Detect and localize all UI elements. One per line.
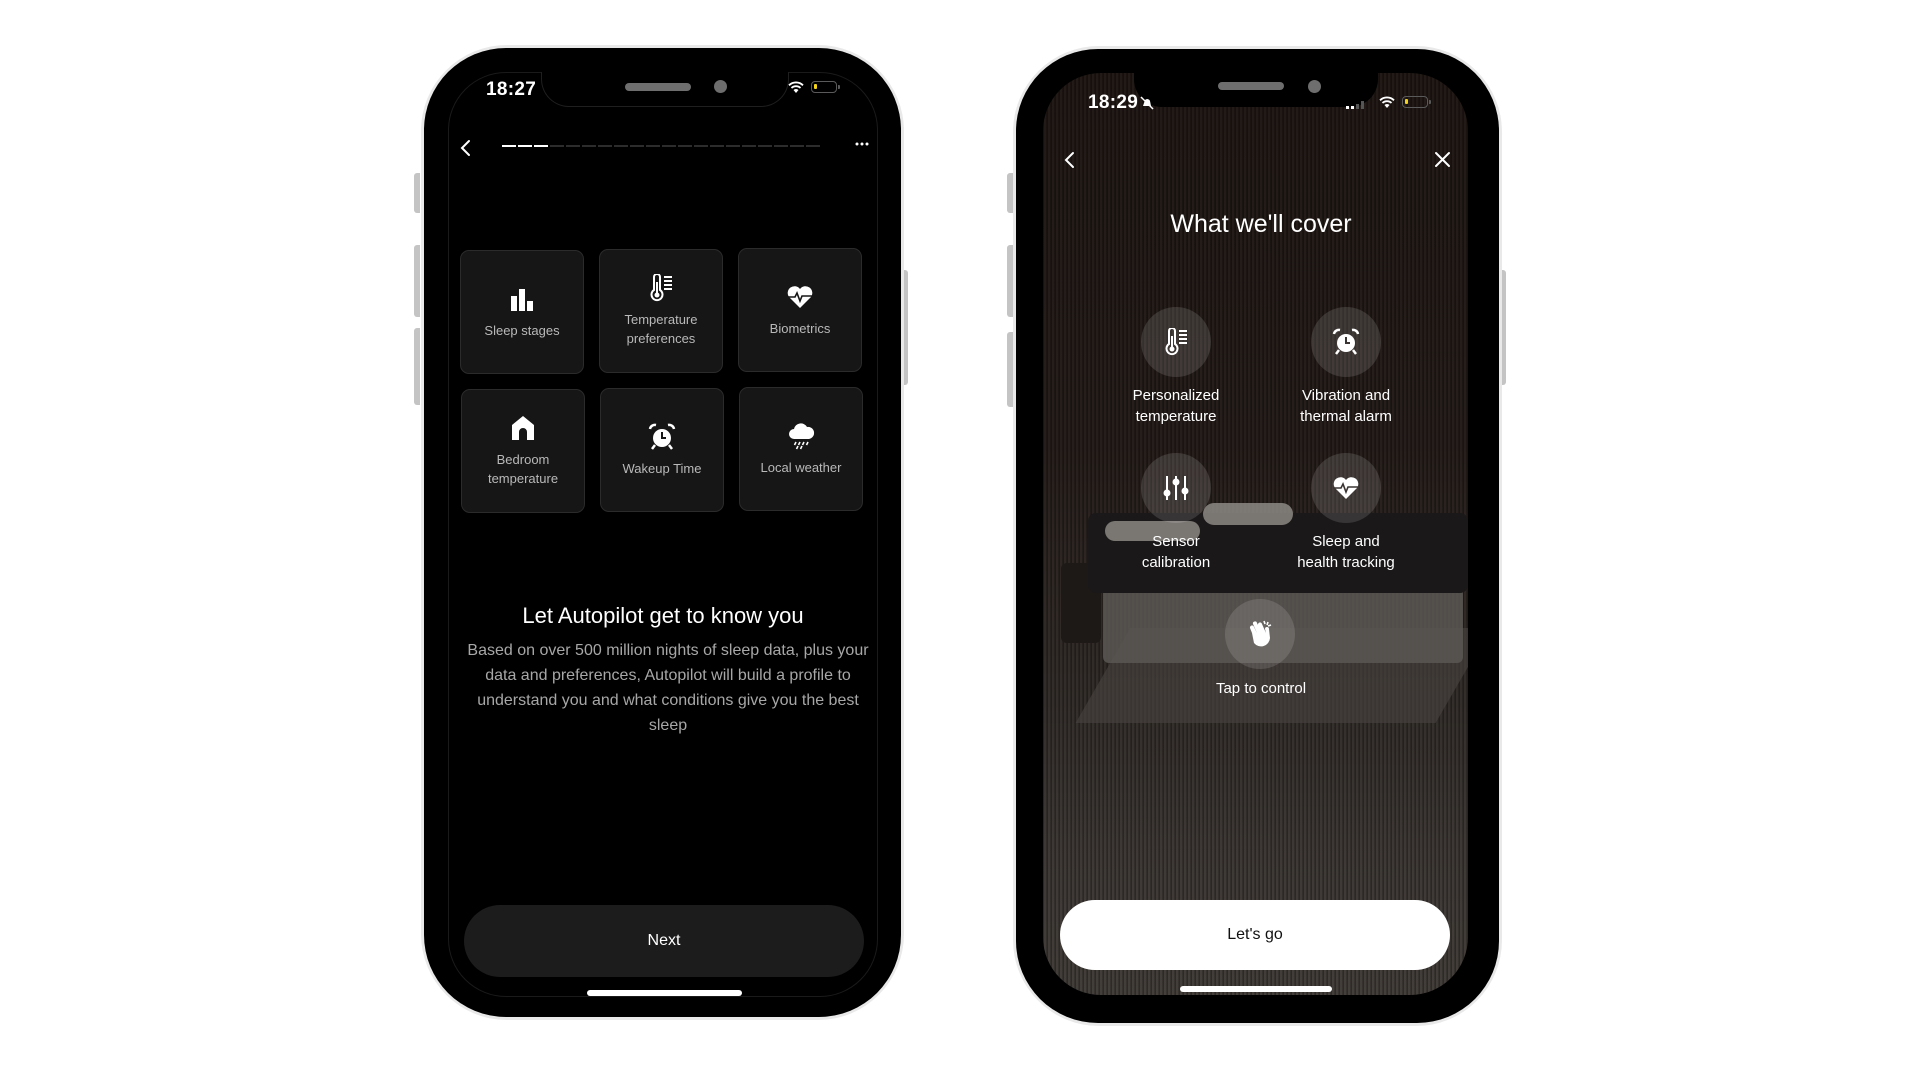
tile-label: Biometrics [769,320,831,336]
battery-level [814,84,817,89]
progress-segment [582,145,596,147]
battery-icon [1402,96,1431,108]
progress-segment [678,145,692,147]
chevron-left-icon[interactable] [459,139,473,157]
tile-biometrics: Biometrics [738,248,862,372]
feature-label: Vibration and thermal alarm [1300,387,1392,425]
progress-segment [518,145,532,147]
page-description: Based on over 500 million nights of slee… [467,642,869,734]
feature-sensor-calibration[interactable] [1141,453,1211,523]
front-camera [1308,80,1321,93]
signal-icon [1346,101,1364,109]
feature-personalized-temperature[interactable] [1141,307,1211,377]
thermometer-icon [1165,328,1187,356]
heart-pulse-icon [1333,477,1359,499]
thermometer-icon [647,274,675,302]
status-time: 18:27 [486,79,537,100]
home-icon [509,414,537,442]
wifi-icon [1379,96,1395,108]
bedroom-background [1203,503,1293,525]
progress-segment [726,145,740,147]
tap-hand-icon [1249,620,1272,647]
tile-label: Local weather [760,459,842,475]
progress-segment [598,145,612,147]
next-button[interactable]: Next [464,905,864,977]
progress-indicator [502,145,820,147]
speaker-grill [625,83,691,91]
speaker-grill [1218,82,1284,90]
progress-segment [742,145,756,147]
tile-temperature-preferences: Temperature preferences [599,249,723,373]
tile-label: Sleep stages [484,322,560,338]
bell-slash-icon [1140,96,1154,110]
front-camera [714,80,727,93]
home-indicator [587,990,742,996]
tile-label: Wakeup Time [622,460,702,476]
feature-label: Sensor calibration [1141,533,1211,571]
left-screen [448,72,878,997]
chevron-left-icon[interactable] [1063,151,1077,169]
feature-vibration-thermal-alarm[interactable] [1311,307,1381,377]
tile-label: Bedroom temperature [487,452,559,486]
feature-label: Tap to control [1215,680,1307,697]
alarm-clock-icon [1332,328,1360,355]
wifi-icon [788,81,804,93]
tile-sleep-stages: Sleep stages [460,250,584,374]
cloud-rain-icon [787,422,815,450]
tile-local-weather: Local weather [739,387,863,511]
battery-icon [811,81,840,93]
progress-segment [566,145,580,147]
progress-segment [806,145,820,147]
progress-segment [614,145,628,147]
progress-segment [502,145,516,147]
bar-chart-icon [508,285,536,313]
feature-tap-to-control[interactable] [1225,599,1295,669]
progress-segment [710,145,724,147]
heart-pulse-icon [786,283,814,311]
close-icon[interactable] [1434,151,1451,168]
progress-segment [758,145,772,147]
progress-segment [774,145,788,147]
page-title: What we'll cover [1170,210,1352,238]
page-title: Let Autopilot get to know you [522,603,804,628]
progress-segment [790,145,804,147]
battery-level [1405,99,1408,104]
status-time: 18:29 [1088,92,1139,113]
progress-segment [630,145,644,147]
mute-switch [414,173,420,213]
notch [1134,73,1378,107]
lets-go-button[interactable]: Let's go [1060,900,1450,970]
tile-label: Temperature preferences [624,312,698,346]
ellipsis-icon[interactable] [855,142,869,146]
progress-segment [694,145,708,147]
alarm-clock-icon [648,423,676,451]
volume-up-button [414,245,420,317]
feature-label: Personalized temperature [1132,387,1220,425]
progress-segment [550,145,564,147]
sliders-icon [1163,476,1189,500]
volume-down-button [414,328,420,405]
home-indicator [1180,986,1332,992]
progress-segment [646,145,660,147]
progress-segment [662,145,676,147]
tile-wakeup-time: Wakeup Time [600,388,724,512]
feature-sleep-health-tracking[interactable] [1311,453,1381,523]
feature-label: Sleep and health tracking [1297,533,1395,571]
tile-bedroom-temperature: Bedroom temperature [461,389,585,513]
progress-segment [534,145,548,147]
